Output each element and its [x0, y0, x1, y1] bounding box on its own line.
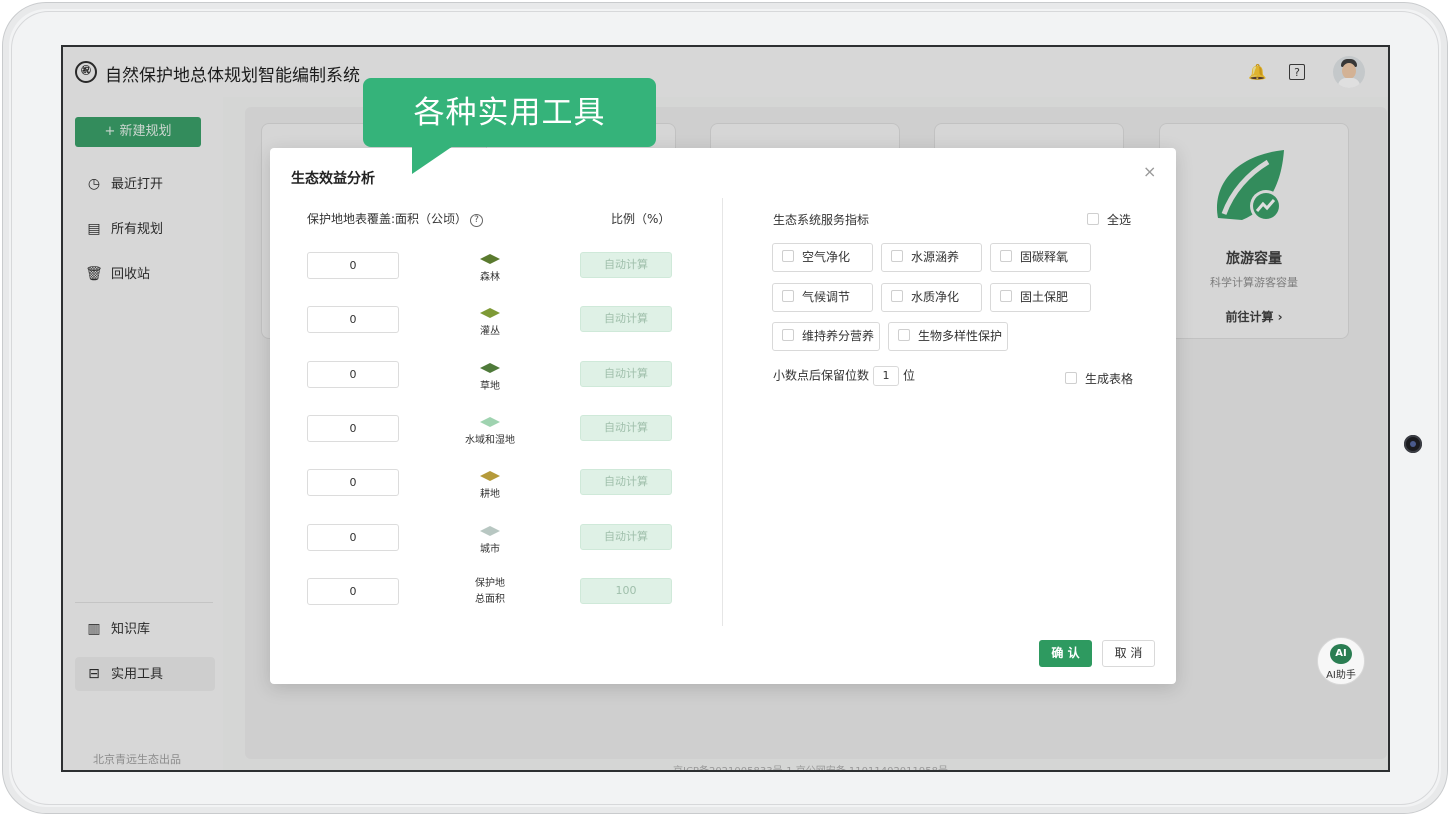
services-header: 生态系统服务指标: [773, 213, 870, 227]
dialog-title: 生态效益分析: [291, 171, 375, 187]
area-header-label: 保护地地表覆盖:面积（公顷）: [307, 212, 468, 226]
service-option-soil[interactable]: 固土保肥: [990, 283, 1091, 312]
service-option-carbon[interactable]: 固碳释氧: [990, 243, 1091, 272]
land-type-total: 保护地 总面积: [450, 576, 530, 608]
generate-table-checkbox[interactable]: 生成表格: [1065, 370, 1133, 387]
select-all-label: 全选: [1107, 213, 1132, 227]
land-type-grassland: 草地: [450, 361, 530, 392]
service-option-water-conservation[interactable]: 水源涵养: [881, 243, 982, 272]
land-type-shrub: 灌丛: [450, 306, 530, 337]
ratio-header: 比例（%）: [611, 212, 671, 226]
area-input-farmland[interactable]: 0: [307, 469, 399, 496]
land-type-label: 城市: [480, 544, 500, 555]
checkbox-box[interactable]: [782, 329, 794, 341]
checkbox-box[interactable]: [1000, 250, 1012, 262]
area-input-shrub[interactable]: 0: [307, 306, 399, 333]
ratio-field-total: 100: [580, 578, 672, 604]
city-icon: [480, 526, 500, 536]
wetland-icon: [480, 417, 500, 427]
service-option-label: 水质净化: [911, 290, 960, 304]
total-label-line2: 总面积: [475, 594, 505, 605]
area-header: 保护地地表覆盖:面积（公顷）?: [307, 210, 484, 227]
checkbox-box[interactable]: [1065, 372, 1077, 384]
service-option-label: 空气净化: [802, 250, 851, 264]
service-option-label: 固土保肥: [1020, 290, 1069, 304]
area-input-grassland[interactable]: 0: [307, 361, 399, 388]
service-option-biodiversity[interactable]: 生物多样性保护: [888, 322, 1008, 351]
decimal-suffix: 位: [903, 368, 916, 383]
land-type-farmland: 耕地: [450, 469, 530, 500]
tablet-camera: [1404, 435, 1422, 453]
callout-banner: 各种实用工具: [363, 78, 656, 147]
total-label-line1: 保护地: [475, 578, 505, 589]
decimal-places-input[interactable]: 1: [873, 366, 900, 386]
service-option-nutrient[interactable]: 维持养分营养: [772, 322, 880, 351]
service-option-label: 气候调节: [802, 290, 851, 304]
farmland-icon: [480, 471, 500, 481]
land-type-label: 草地: [480, 381, 500, 392]
area-input-wetland[interactable]: 0: [307, 415, 399, 442]
checkbox-box[interactable]: [891, 290, 903, 302]
area-input-urban[interactable]: 0: [307, 524, 399, 551]
eco-benefit-dialog: 生态效益分析 × 保护地地表覆盖:面积（公顷）? 比例（%） 0 森林 自动计算…: [270, 148, 1176, 684]
close-icon[interactable]: ×: [1143, 162, 1156, 181]
ai-assistant-label: AI助手: [1326, 670, 1356, 681]
decimal-setting: 小数点后保留位数 1 位: [773, 366, 915, 386]
generate-table-label: 生成表格: [1085, 372, 1134, 386]
decimal-prefix: 小数点后保留位数: [773, 368, 870, 383]
dialog-divider: [722, 198, 723, 626]
land-type-label: 耕地: [480, 489, 500, 500]
ratio-field-farmland: 自动计算: [580, 469, 672, 495]
ai-assistant-button[interactable]: AI AI助手: [1317, 637, 1365, 685]
ratio-field-grassland: 自动计算: [580, 361, 672, 387]
checkbox-box[interactable]: [782, 250, 794, 262]
land-type-label: 灌丛: [480, 326, 500, 337]
checkbox-box[interactable]: [898, 329, 910, 341]
land-type-label: 森林: [480, 272, 500, 283]
confirm-button[interactable]: 确 认: [1039, 640, 1092, 667]
question-circle-icon[interactable]: ?: [470, 214, 484, 227]
select-all-checkbox[interactable]: 全选: [1087, 211, 1131, 228]
checkbox-box[interactable]: [1000, 290, 1012, 302]
service-option-water-quality[interactable]: 水质净化: [881, 283, 982, 312]
ratio-field-wetland: 自动计算: [580, 415, 672, 441]
ai-badge-icon: AI: [1330, 644, 1352, 664]
ratio-field-urban: 自动计算: [580, 524, 672, 550]
land-type-urban: 城市: [450, 524, 530, 555]
service-option-label: 维持养分营养: [802, 329, 875, 343]
service-option-label: 水源涵养: [911, 250, 960, 264]
area-input-forest[interactable]: 0: [307, 252, 399, 279]
service-option-air[interactable]: 空气净化: [772, 243, 873, 272]
forest-icon: [480, 254, 500, 264]
land-type-forest: 森林: [450, 252, 530, 283]
grassland-icon: [480, 363, 500, 373]
cancel-button[interactable]: 取 消: [1102, 640, 1155, 667]
checkbox-box[interactable]: [891, 250, 903, 262]
ratio-field-forest: 自动计算: [580, 252, 672, 278]
checkbox-box[interactable]: [782, 290, 794, 302]
area-input-total[interactable]: 0: [307, 578, 399, 605]
service-option-label: 生物多样性保护: [918, 329, 1003, 343]
shrub-icon: [480, 308, 500, 318]
ratio-field-shrub: 自动计算: [580, 306, 672, 332]
checkbox-box[interactable]: [1087, 213, 1099, 225]
service-option-climate[interactable]: 气候调节: [772, 283, 873, 312]
land-type-label: 水域和湿地: [465, 435, 515, 446]
app-screen: ㊗ 自然保护地总体规划智能编制系统 🔔 ? + 新建规划 ◷ 最近打开 ▤ 所有规划…: [61, 45, 1390, 772]
callout-tail: [412, 144, 456, 174]
land-type-wetland: 水域和湿地: [450, 415, 530, 446]
service-option-label: 固碳释氧: [1020, 250, 1069, 264]
